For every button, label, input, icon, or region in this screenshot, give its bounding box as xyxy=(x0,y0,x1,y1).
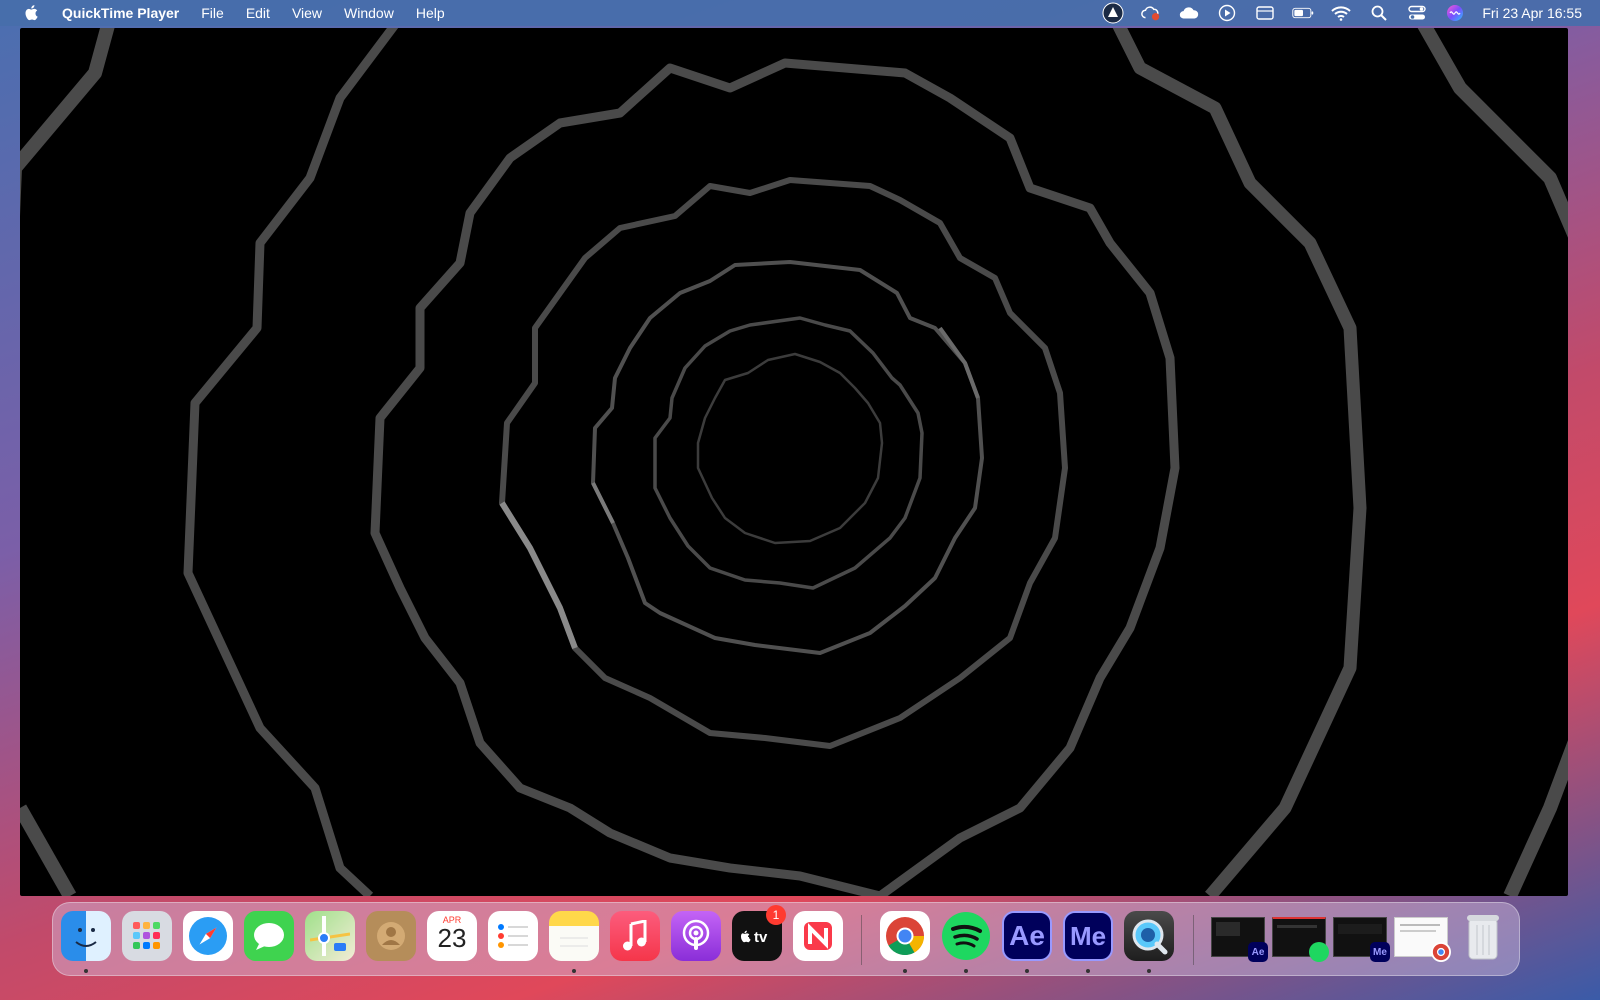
menu-file[interactable]: File xyxy=(201,5,224,21)
thumb-bar xyxy=(1277,925,1317,928)
siri-icon[interactable] xyxy=(1444,4,1466,22)
creative-cloud-icon[interactable] xyxy=(1140,4,1162,22)
spotify-icon[interactable] xyxy=(941,911,991,961)
video-player-window[interactable] xyxy=(20,28,1568,896)
dock: APR 23 tv 1 Ae Me Ae Me xyxy=(52,902,1520,976)
chrome-mini-icon xyxy=(1431,942,1451,962)
trash-icon[interactable] xyxy=(1458,911,1508,961)
after-effects-icon[interactable]: Ae xyxy=(1002,911,1052,961)
minimized-window-media-encoder[interactable]: Me xyxy=(1333,917,1390,962)
media-encoder-running-dot xyxy=(1086,969,1090,973)
finder-icon[interactable] xyxy=(61,911,111,961)
thumb-line-2 xyxy=(1400,930,1436,932)
after-effects-mini-icon: Ae xyxy=(1248,942,1268,962)
media-encoder-mini-icon: Me xyxy=(1370,942,1390,962)
messages-icon[interactable] xyxy=(244,911,294,961)
apple-menu-icon[interactable] xyxy=(22,4,42,22)
vpn-status-icon[interactable] xyxy=(1102,2,1124,24)
chrome-running-dot xyxy=(903,969,907,973)
calendar-day: 23 xyxy=(437,923,467,953)
notes-icon[interactable] xyxy=(549,911,599,961)
icloud-icon[interactable] xyxy=(1178,4,1200,22)
media-encoder-icon[interactable]: Me xyxy=(1063,911,1113,961)
quicktime-icon[interactable] xyxy=(1124,911,1174,961)
play-status-icon[interactable] xyxy=(1216,4,1238,22)
wifi-icon[interactable] xyxy=(1330,4,1352,22)
menubar-clock[interactable]: Fri 23 Apr 16:55 xyxy=(1482,5,1582,21)
svg-text:tv: tv xyxy=(754,929,768,946)
menu-window[interactable]: Window xyxy=(344,5,394,21)
menu-edit[interactable]: Edit xyxy=(246,5,270,21)
contacts-icon[interactable] xyxy=(366,911,416,961)
reminders-icon[interactable] xyxy=(488,911,538,961)
chrome-icon[interactable] xyxy=(880,911,930,961)
notes-running-dot xyxy=(572,969,576,973)
dock-separator xyxy=(861,915,862,965)
battery-icon[interactable] xyxy=(1292,4,1314,22)
news-icon[interactable] xyxy=(793,911,843,961)
display-icon[interactable] xyxy=(1254,4,1276,22)
thumb-line xyxy=(1400,924,1440,926)
thumb-panel xyxy=(1216,922,1240,936)
finder-running-dot xyxy=(84,969,88,973)
music-icon[interactable] xyxy=(610,911,660,961)
apple-tv-icon[interactable]: tv 1 xyxy=(732,905,786,961)
spotify-mini-icon xyxy=(1309,942,1329,962)
maps-icon[interactable] xyxy=(305,911,355,961)
control-center-icon[interactable] xyxy=(1406,4,1428,22)
spiral-rings-video-frame xyxy=(20,28,1568,896)
launchpad-icon[interactable] xyxy=(122,911,172,961)
minimized-window-spotify[interactable] xyxy=(1272,917,1329,962)
spotlight-search-icon[interactable] xyxy=(1368,4,1390,22)
minimized-window-after-effects[interactable]: Ae xyxy=(1211,917,1268,962)
apple-tv-badge: 1 xyxy=(766,905,786,925)
menu-bar: QuickTime Player File Edit View Window H… xyxy=(0,0,1600,26)
minimized-window-chrome[interactable] xyxy=(1394,917,1451,962)
podcasts-icon[interactable] xyxy=(671,911,721,961)
thumb-panel-2 xyxy=(1338,924,1382,934)
menu-app-name[interactable]: QuickTime Player xyxy=(62,5,179,21)
calendar-icon[interactable]: APR 23 xyxy=(427,911,477,961)
safari-icon[interactable] xyxy=(183,911,233,961)
after-effects-running-dot xyxy=(1025,969,1029,973)
menu-help[interactable]: Help xyxy=(416,5,445,21)
menu-view[interactable]: View xyxy=(292,5,322,21)
quicktime-running-dot xyxy=(1147,969,1151,973)
dock-separator-2 xyxy=(1193,915,1194,965)
spotify-running-dot xyxy=(964,969,968,973)
